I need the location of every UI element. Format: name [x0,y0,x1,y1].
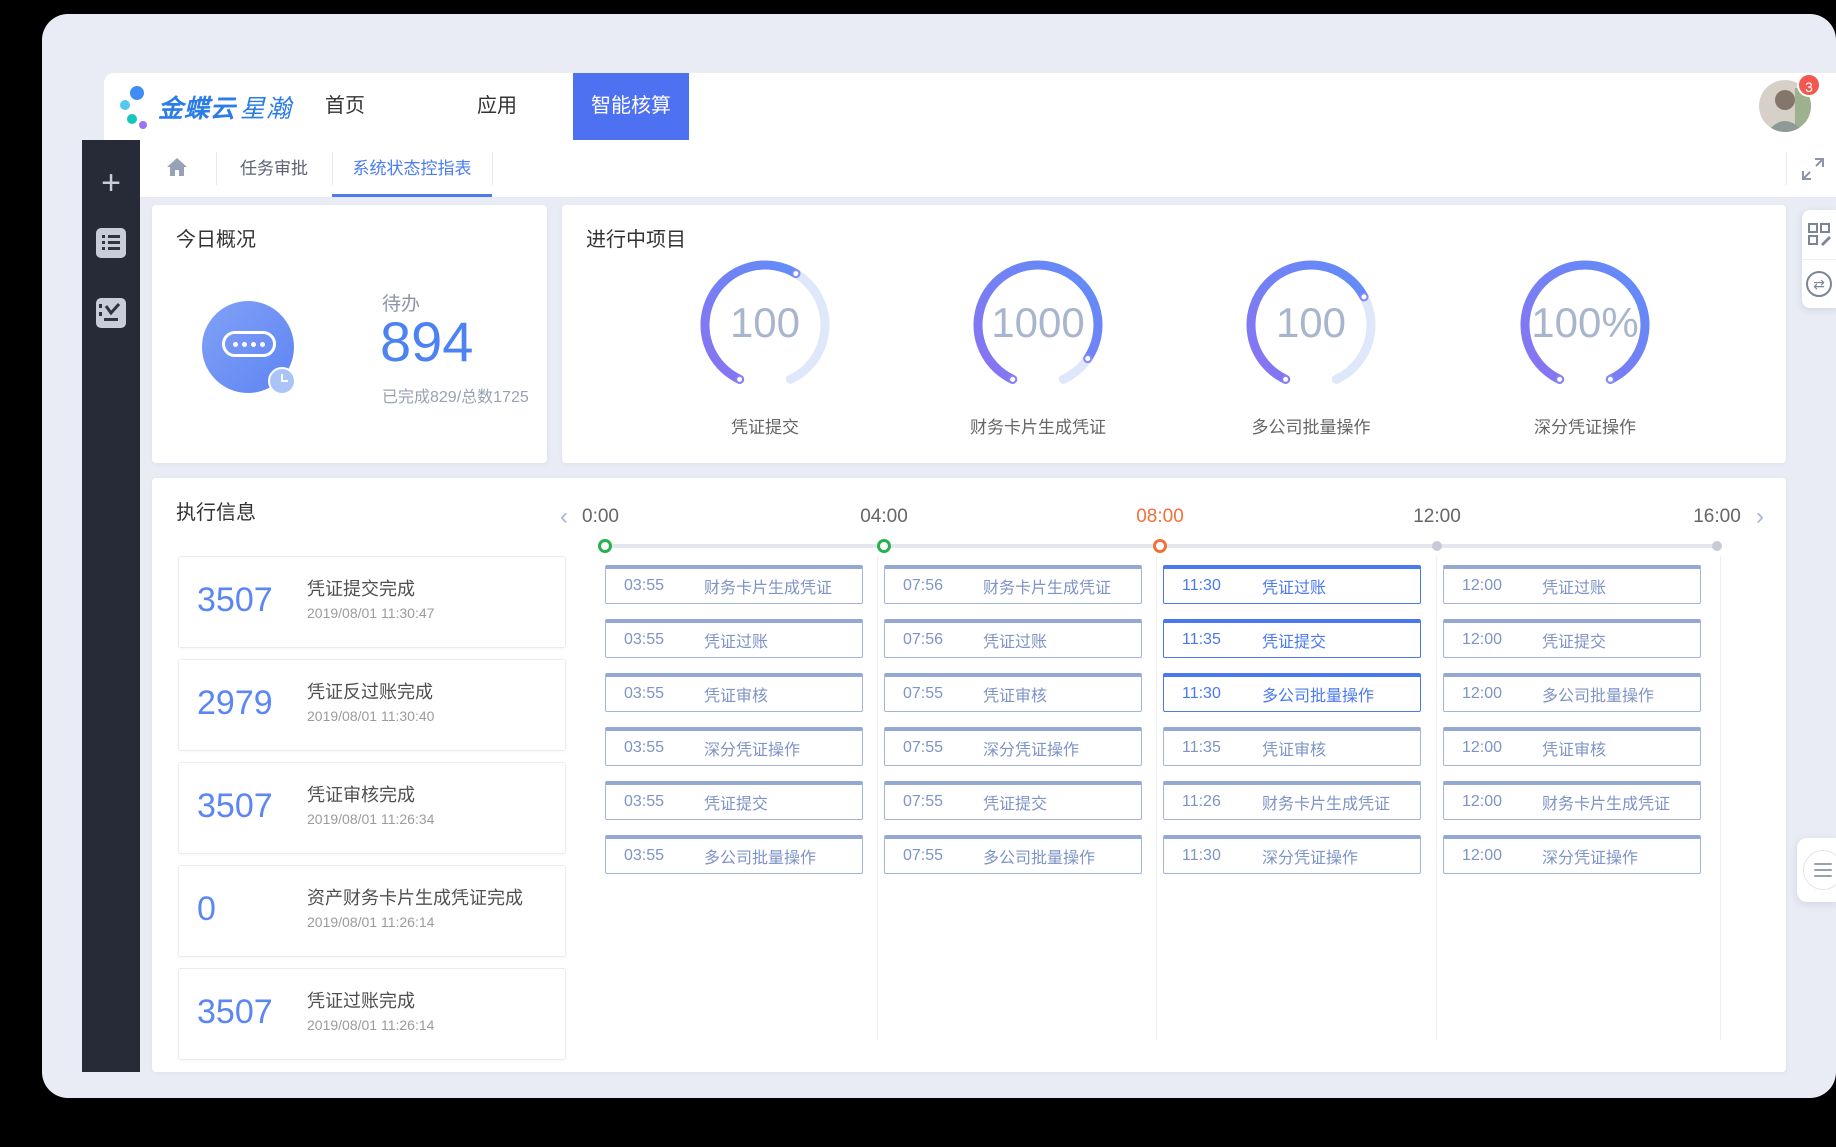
layout-edit-button[interactable] [1802,210,1836,259]
task-column-0355: 03:55财务卡片生成凭证 03:55凭证过账 03:55凭证审核 03:55深… [605,565,863,874]
timeline-marker-1600[interactable] [1712,541,1722,551]
task-card[interactable]: 07:55深分凭证操作 [884,727,1142,766]
brand-logo-icon [120,83,150,131]
gauge-value: 100% [1505,299,1665,347]
tab-system-status[interactable]: 系统状态控指表 [332,140,492,197]
summary-card[interactable]: 2979 凭证反过账完成 2019/08/01 11:30:40 [178,659,566,751]
task-card[interactable]: 12:00财务卡片生成凭证 [1443,781,1701,820]
task-card[interactable]: 03:55凭证提交 [605,781,863,820]
task-card[interactable]: 12:00凭证过账 [1443,565,1701,604]
nav-item-apps[interactable]: 应用 [437,73,557,140]
timeline-prev-button[interactable]: ‹ [560,504,568,530]
todo-icon [202,301,294,393]
today-title: 今日概况 [176,223,256,252]
menu-icon [1803,850,1836,890]
todo-count: 894 [380,309,473,374]
grid-edit-icon [1806,221,1832,247]
nav-item-smart-accounting[interactable]: 智能核算 [573,73,689,140]
task-card[interactable]: 11:30深分凭证操作 [1163,835,1421,874]
summary-card[interactable]: 3507 凭证审核完成 2019/08/01 11:26:34 [178,762,566,854]
fullscreen-button[interactable] [1800,156,1826,182]
summary-card[interactable]: 0 资产财务卡片生成凭证完成 2019/08/01 11:26:14 [178,865,566,957]
timeline-marker-0400[interactable] [877,539,891,553]
execution-title: 执行信息 [176,496,256,525]
task-card-highlighted[interactable]: 11:30多公司批量操作 [1163,673,1421,712]
todo-summary: 已完成829/总数1725 [382,383,529,407]
gauge-value: 1000 [958,299,1118,347]
task-card[interactable]: 03:55凭证审核 [605,673,863,712]
timeline-tick-active: 08:00 [1100,506,1220,528]
task-card[interactable]: 12:00凭证审核 [1443,727,1701,766]
task-column-1130: 11:30凭证过账 11:35凭证提交 11:30多公司批量操作 11:35凭证… [1163,565,1421,874]
task-card-highlighted[interactable]: 11:30凭证过账 [1163,565,1421,604]
summary-card[interactable]: 3507 凭证过账完成 2019/08/01 11:26:14 [178,968,566,1060]
notification-badge[interactable]: 3 [1797,73,1821,97]
task-card[interactable]: 07:56财务卡片生成凭证 [884,565,1142,604]
execution-summary-list: 3507 凭证提交完成 2019/08/01 11:30:47 2979 凭证反… [178,556,566,1060]
nav-item-home[interactable]: 首页 [285,73,405,140]
task-card[interactable]: 11:26财务卡片生成凭证 [1163,781,1421,820]
brand-logo: 金蝶云星瀚 [120,81,292,133]
task-card[interactable]: 11:35凭证审核 [1163,727,1421,766]
task-card[interactable]: 07:56凭证过账 [884,619,1142,658]
task-card[interactable]: 12:00深分凭证操作 [1443,835,1701,874]
timeline-tick: 12:00 [1377,506,1497,528]
check-book-icon [96,298,126,328]
gauge-label: 财务卡片生成凭证 [928,413,1148,438]
timeline-marker-0800[interactable] [1153,539,1167,553]
task-card[interactable]: 07:55凭证提交 [884,781,1142,820]
task-card[interactable]: 03:55财务卡片生成凭证 [605,565,863,604]
task-card[interactable]: 03:55凭证过账 [605,619,863,658]
timeline-marker-1200[interactable] [1432,541,1442,551]
clock-icon [268,367,296,395]
home-icon [166,156,188,178]
left-sidebar: + [82,140,140,1072]
timeline-marker-0000[interactable] [598,539,612,553]
in-progress-title: 进行中项目 [586,223,686,252]
menu-float-button[interactable] [1797,838,1836,902]
swap-icon: ⇄ [1806,271,1832,297]
home-tab[interactable] [158,156,196,182]
app-window: 金蝶云星瀚 首页 应用 智能核算 3 任务审批 系统状态控指表 [42,14,1836,1098]
brand-name: 金蝶云星瀚 [158,89,292,125]
task-card[interactable]: 07:55多公司批量操作 [884,835,1142,874]
add-button[interactable]: + [82,164,140,203]
timeline-next-button[interactable]: › [1756,504,1764,530]
task-card[interactable]: 12:00多公司批量操作 [1443,673,1701,712]
switch-button[interactable]: ⇄ [1802,259,1836,309]
task-column-1200: 12:00凭证过账 12:00凭证提交 12:00多公司批量操作 12:00凭证… [1443,565,1701,874]
list-icon [96,228,126,258]
in-progress-card: 进行中项目 100 凭证提交 1000 财务卡片生成凭证 [562,205,1786,463]
gauge-value: 100 [1231,299,1391,347]
today-overview-card: 今日概况 待办 894 已完成829/总数1725 [152,205,547,463]
task-list-button[interactable] [96,228,126,258]
task-card[interactable]: 07:55凭证审核 [884,673,1142,712]
execution-info-card: 执行信息 ‹ 0:00 04:00 08:00 12:00 16:00 › 35… [152,478,1786,1072]
top-header: 金蝶云星瀚 首页 应用 智能核算 3 [104,73,1836,140]
checklist-button[interactable] [96,298,126,328]
task-card-highlighted[interactable]: 11:35凭证提交 [1163,619,1421,658]
gauge-label: 深分凭证操作 [1475,413,1695,438]
summary-card[interactable]: 3507 凭证提交完成 2019/08/01 11:30:47 [178,556,566,648]
task-column-0755: 07:56财务卡片生成凭证 07:56凭证过账 07:55凭证审核 07:55深… [884,565,1142,874]
tab-task-approval[interactable]: 任务审批 [216,140,332,197]
task-card[interactable]: 03:55多公司批量操作 [605,835,863,874]
timeline-tick: 0:00 [582,506,702,528]
gauge-label: 凭证提交 [655,413,875,438]
tab-strip: 任务审批 系统状态控指表 [140,140,1836,198]
right-tool-panel: ⇄ [1802,210,1836,308]
expand-icon [1800,156,1826,182]
task-card[interactable]: 12:00凭证提交 [1443,619,1701,658]
task-card[interactable]: 03:55深分凭证操作 [605,727,863,766]
active-tab-underline [332,194,492,197]
timeline-tick: 04:00 [824,506,944,528]
gauge-label: 多公司批量操作 [1201,413,1421,438]
gauge-value: 100 [685,299,845,347]
